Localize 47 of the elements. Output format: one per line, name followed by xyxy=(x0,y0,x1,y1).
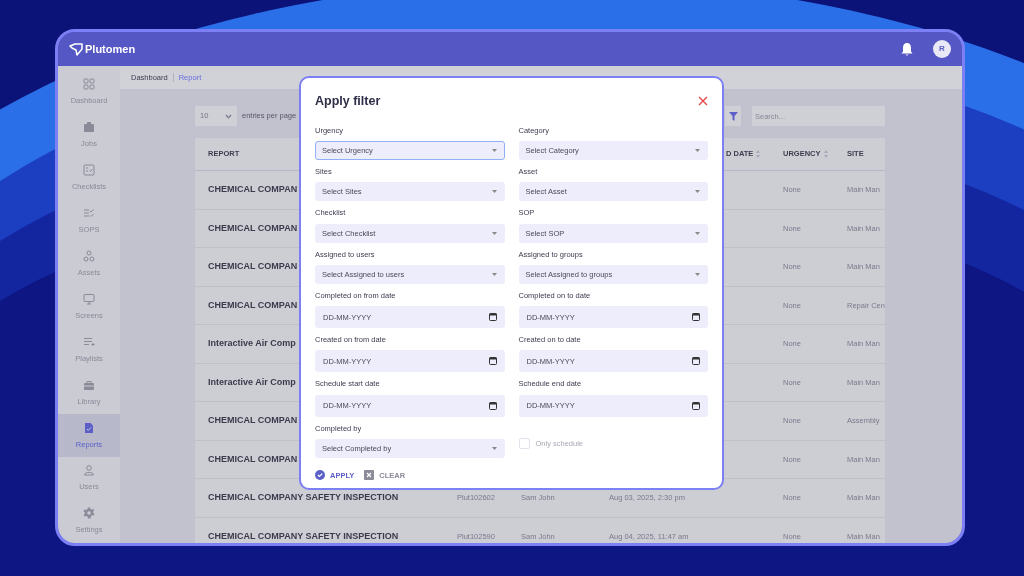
report-name: CHEMICAL COMPAN xyxy=(208,183,298,196)
report-name: CHEMICAL COMPAN xyxy=(208,260,298,273)
caret-down-icon xyxy=(491,272,497,276)
briefcase-icon xyxy=(83,121,95,134)
report-name: CHEMICAL COMPAN xyxy=(208,221,298,235)
close-square-icon xyxy=(364,470,375,481)
chevron-down-icon xyxy=(225,113,232,119)
filter-icon xyxy=(728,111,738,121)
gear-icon xyxy=(83,507,95,520)
caret-down-icon xyxy=(491,149,497,152)
calendar-icon[interactable] xyxy=(488,357,497,366)
caret-down-icon xyxy=(491,190,497,194)
filter-button[interactable] xyxy=(725,106,741,126)
calendar-icon[interactable] xyxy=(692,401,700,410)
caret-down-icon xyxy=(491,231,497,235)
logo-icon xyxy=(69,42,83,56)
caret-down-icon xyxy=(695,190,700,194)
monitor-icon xyxy=(83,292,95,305)
report-name: CHEMICAL COMPANY SAFETY INSPECTION xyxy=(208,491,399,504)
circles-icon xyxy=(83,249,95,262)
document-icon xyxy=(83,421,95,434)
list-check-icon xyxy=(83,207,95,220)
calendar-icon[interactable] xyxy=(488,313,497,321)
report-name: CHEMICAL COMPAN xyxy=(208,414,298,427)
caret-down-icon xyxy=(695,231,700,235)
playlist-icon xyxy=(83,335,95,348)
bag-icon xyxy=(83,378,95,391)
calendar-icon[interactable] xyxy=(692,357,700,366)
report-name: CHEMICAL COMPAN xyxy=(208,298,298,312)
logo-text: Plutomen xyxy=(85,41,136,57)
dialog-title: Apply filter xyxy=(315,93,381,110)
check-circle-icon xyxy=(315,470,325,481)
grid-icon xyxy=(83,78,95,91)
report-name: Interactive Air Comp xyxy=(208,337,296,350)
calendar-icon[interactable] xyxy=(692,313,700,321)
close-icon[interactable] xyxy=(698,96,708,107)
report-name: CHEMICAL COMPAN xyxy=(208,452,298,466)
calendar-icon[interactable] xyxy=(488,401,497,410)
checklist-icon xyxy=(83,164,95,177)
caret-down-icon xyxy=(695,272,700,276)
report-name: Interactive Air Comp xyxy=(208,375,296,389)
caret-down-icon xyxy=(491,446,497,450)
user-avatar[interactable]: R xyxy=(933,40,951,58)
notification-bell-icon[interactable] xyxy=(900,41,914,57)
user-icon xyxy=(83,464,95,477)
caret-down-icon xyxy=(695,149,700,152)
report-name: CHEMICAL COMPANY SAFETY INSPECTION xyxy=(208,529,399,543)
